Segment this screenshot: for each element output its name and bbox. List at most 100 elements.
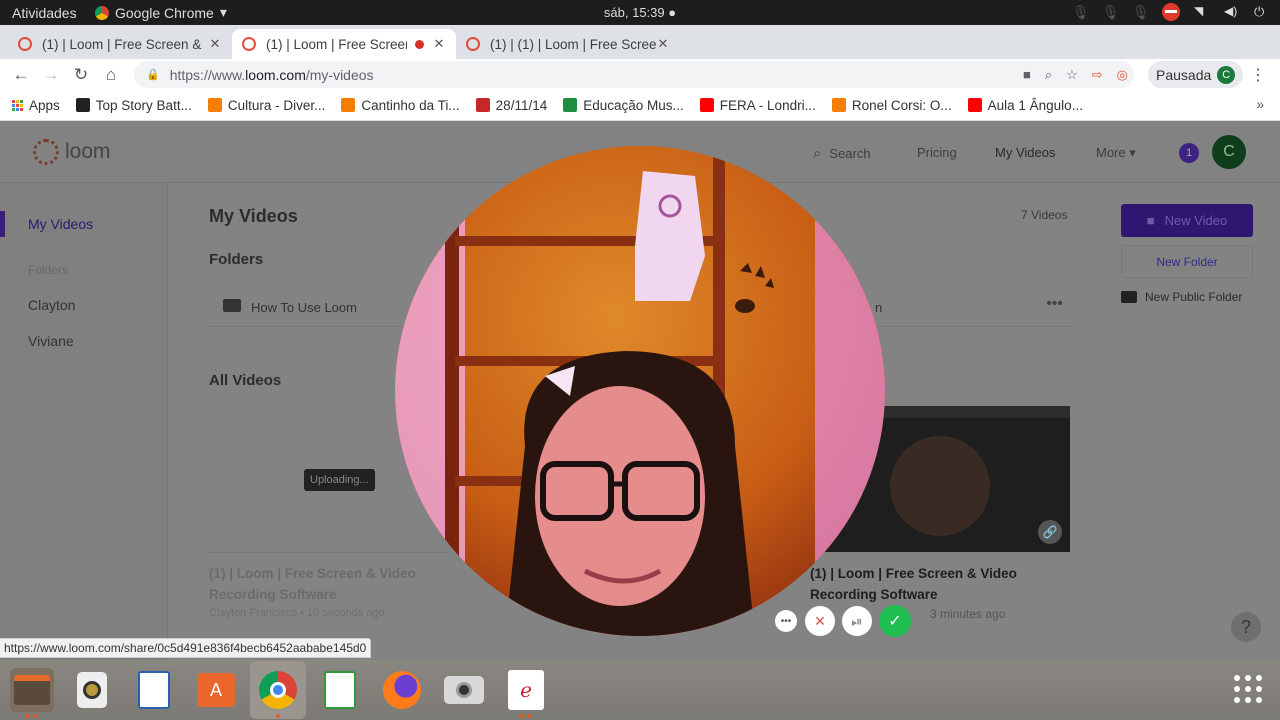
bookmarks-bar: Apps Top Story Batt... Cultura - Diver..… <box>0 90 1280 121</box>
bookmark-item[interactable]: Top Story Batt... <box>75 98 192 113</box>
notification-badge[interactable]: 1 <box>1179 143 1199 163</box>
wifi-icon: ◥ <box>1194 4 1204 18</box>
address-bar[interactable]: 🔒 https://www. loom.com /my-videos ■ ⌕ ☆… <box>134 61 1134 88</box>
more-options-icon[interactable]: ••• <box>1046 295 1063 313</box>
new-public-folder-button[interactable]: New Public Folder <box>1121 290 1242 304</box>
profile-button[interactable]: Pausada C <box>1148 61 1244 88</box>
profile-label: Pausada <box>1156 66 1212 83</box>
software-center-icon[interactable]: A <box>194 668 238 712</box>
mic-icon-3: 🎙 <box>1132 4 1150 20</box>
evince-icon[interactable]: ℯ <box>504 668 548 712</box>
bookmark-favicon-icon <box>75 98 90 112</box>
writer-icon[interactable] <box>132 668 176 712</box>
video-meta: 3 minutes ago <box>930 607 1006 621</box>
close-icon[interactable]: ✕ <box>432 36 446 52</box>
search-link[interactable]: ⌕ Search <box>813 145 871 162</box>
cast-icon[interactable]: ⇨ <box>1092 67 1103 83</box>
finish-recording-button[interactable]: ✓ <box>879 605 911 637</box>
sidebar: My Videos Folders Clayton Viviane <box>0 183 168 660</box>
divider <box>209 552 449 553</box>
sidebar-item-my-videos[interactable]: My Videos <box>28 216 93 232</box>
new-video-button[interactable]: ■ New Video <box>1121 204 1253 237</box>
chrome-dock-icon[interactable] <box>250 661 306 719</box>
folder-item-2[interactable]: n <box>875 300 882 315</box>
close-icon[interactable]: ✕ <box>656 36 670 52</box>
bookmark-item[interactable]: Ronel Corsi: O... <box>831 97 952 113</box>
blogger-icon <box>207 98 222 112</box>
search-label: Search <box>829 146 871 161</box>
sidebar-item-viviane[interactable]: Viviane <box>28 333 74 349</box>
app-menu[interactable]: Google Chrome ▾ <box>95 4 227 21</box>
video-title[interactable]: (1) | Loom | Free Screen & Video Recordi… <box>209 563 449 605</box>
help-button[interactable]: ? <box>1231 612 1261 642</box>
youtube-icon <box>967 98 982 112</box>
tab-1[interactable]: (1) | Loom | Free Screen & ✕ <box>8 29 232 59</box>
rhythmbox-icon[interactable] <box>70 668 114 712</box>
loom-extension-icon[interactable]: ◎ <box>1117 67 1128 83</box>
firefox-icon[interactable] <box>380 668 424 712</box>
bookmark-item[interactable]: Aula 1 Ângulo... <box>967 98 1083 113</box>
files-icon[interactable] <box>10 668 54 712</box>
folder-item-how-to-use-loom[interactable]: How To Use Loom <box>251 300 357 315</box>
status-url-bubble: https://www.loom.com/share/0c5d491e836f4… <box>0 638 372 658</box>
pricing-link[interactable]: Pricing <box>917 145 957 160</box>
tab-2[interactable]: (1) | Loom | Free Screen ✕ <box>232 29 456 59</box>
bookmark-item[interactable]: Cantinho da Ti... <box>341 98 460 113</box>
tab-title: (1) | (1) | Loom | Free Scree <box>490 36 656 52</box>
home-icon[interactable]: ⌂ <box>96 65 126 85</box>
more-menu[interactable]: More ▾ <box>1096 145 1136 161</box>
link-icon[interactable]: 🔗 <box>1038 520 1062 544</box>
apps-grid-icon <box>12 99 23 111</box>
url-prefix: https://www. <box>169 66 246 83</box>
url-path: /my-videos <box>305 66 374 83</box>
reload-icon[interactable]: ↻ <box>66 65 96 85</box>
back-icon[interactable]: ← <box>6 65 36 85</box>
active-indicator <box>0 211 5 237</box>
bookmark-label: Ronel Corsi: O... <box>851 97 952 113</box>
lock-icon: 🔒 <box>146 69 160 81</box>
show-applications-icon[interactable] <box>1234 675 1262 703</box>
bookmark-label: Educação Mus... <box>583 97 684 113</box>
bookmark-label: 28/11/14 <box>495 97 548 113</box>
tab-strip: (1) | Loom | Free Screen & ✕ (1) | Loom … <box>0 25 1280 77</box>
all-videos-heading: All Videos <box>209 372 282 389</box>
system-tray[interactable]: 🎙 🎙 🎙 ◥ ◀) ⏻ ▾ <box>1072 3 1270 35</box>
pause-button[interactable]: ⏯ <box>842 606 872 636</box>
activities-button[interactable]: Atividades <box>0 5 95 21</box>
uploading-badge: Uploading... <box>304 469 375 491</box>
new-folder-button[interactable]: New Folder <box>1121 245 1253 278</box>
camera-icon[interactable]: ■ <box>1023 67 1031 82</box>
star-icon[interactable]: ☆ <box>1066 67 1078 83</box>
loom-favicon-icon <box>18 37 32 51</box>
calc-icon[interactable] <box>318 668 362 712</box>
more-bookmarks-icon[interactable]: » <box>1256 97 1264 112</box>
browser-toolbar: ← → ↻ ⌂ 🔒 https://www. loom.com /my-vide… <box>0 59 1280 90</box>
forward-icon[interactable]: → <box>36 65 66 85</box>
page-title: My Videos <box>209 206 298 226</box>
bookmark-item[interactable]: Cultura - Diver... <box>207 98 325 113</box>
my-videos-link[interactable]: My Videos <box>995 145 1055 160</box>
more-options-button[interactable]: ••• <box>775 610 797 632</box>
bookmark-item[interactable]: Educação Mus... <box>563 98 684 113</box>
sidebar-item-clayton[interactable]: Clayton <box>28 297 75 313</box>
bookmark-item[interactable]: 28/11/14 <box>475 97 548 113</box>
cancel-recording-button[interactable]: ✕ <box>805 606 835 636</box>
video-title[interactable]: (1) | Loom | Free Screen & Video Recordi… <box>810 563 1070 605</box>
webcam-feed <box>395 146 885 636</box>
blogger-icon <box>341 98 356 112</box>
menu-icon[interactable]: ⋮ <box>1250 65 1266 85</box>
running-indicator <box>276 714 280 718</box>
bookmark-apps[interactable]: Apps <box>12 98 60 113</box>
camera-app-icon[interactable] <box>442 668 486 712</box>
recording-indicator-icon <box>415 39 424 49</box>
chevron-down-icon: ▾ <box>219 4 227 20</box>
webcam-bubble[interactable] <box>395 146 885 636</box>
avatar[interactable]: C <box>1212 135 1246 169</box>
video-count: 7 Videos <box>1021 208 1068 222</box>
bookmark-item[interactable]: FERA - Londri... <box>699 98 816 113</box>
loom-logo[interactable]: loom <box>33 139 111 165</box>
close-icon[interactable]: ✕ <box>208 36 222 52</box>
omnibox-actions: ■ ⌕ ☆ ⇨ ◎ <box>1023 61 1128 88</box>
tab-3[interactable]: (1) | (1) | Loom | Free Scree ✕ <box>456 29 680 59</box>
zoom-icon[interactable]: ⌕ <box>1045 67 1052 83</box>
